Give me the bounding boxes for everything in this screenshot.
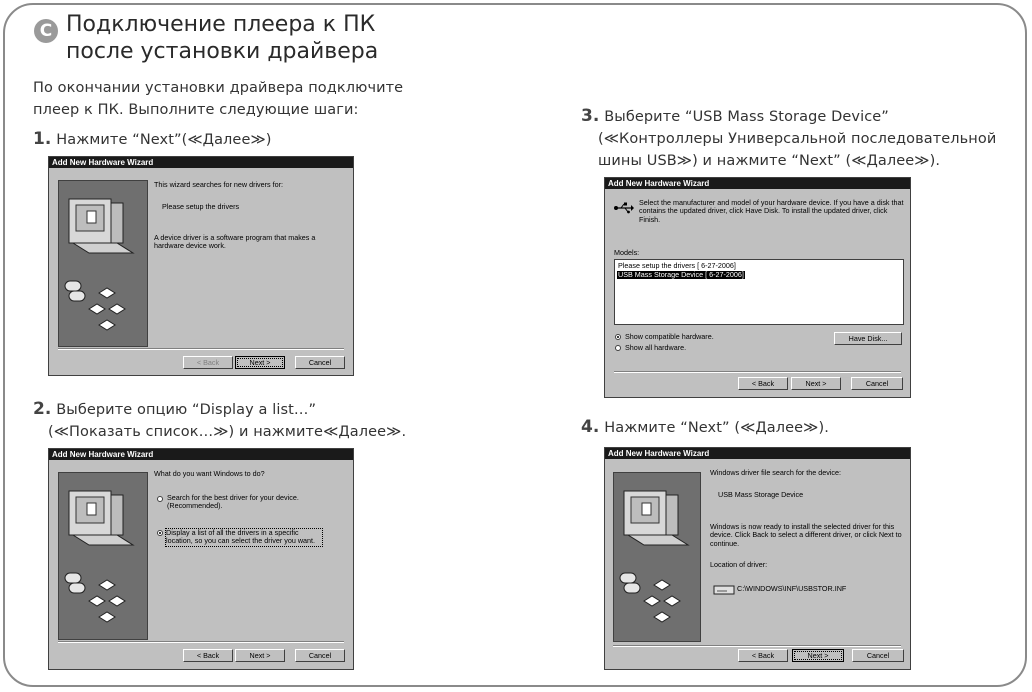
option-search-label: Search for the best driver for your devi… bbox=[167, 493, 299, 511]
ready-message: Windows is now ready to install the sele… bbox=[710, 522, 902, 548]
intro-line-1: По окончании установки драйвера подключи… bbox=[33, 80, 404, 96]
section-c-icon: C bbox=[34, 19, 58, 43]
location-label: Location of driver: bbox=[710, 560, 768, 569]
step-1-number: 1. bbox=[33, 129, 52, 149]
dialog-title: Add New Hardware Wizard bbox=[49, 157, 353, 168]
option-display-list-label: Display a list of all the drivers in a s… bbox=[165, 528, 323, 547]
cancel-button[interactable]: Cancel bbox=[852, 649, 904, 662]
device-name: USB Mass Storage Device bbox=[718, 490, 804, 499]
wizard-dialog-2: Add New Hardware Wizard What do you want… bbox=[48, 448, 354, 670]
title-line-2: после установки драйвера bbox=[66, 39, 379, 64]
wizard-illustration bbox=[58, 472, 148, 640]
radio-compatible[interactable] bbox=[615, 334, 621, 340]
usb-icon bbox=[614, 202, 634, 214]
step-1-text: 1. Нажмите “Next”(≪Далее≫) bbox=[33, 128, 272, 151]
separator bbox=[58, 348, 344, 350]
models-listbox[interactable]: Please setup the drivers [ 6-27-2006] US… bbox=[614, 259, 904, 325]
model-item-1[interactable]: Please setup the drivers [ 6-27-2006] bbox=[617, 262, 737, 270]
separator bbox=[58, 641, 344, 643]
cancel-button[interactable]: Cancel bbox=[295, 356, 345, 369]
step-4-number: 4. bbox=[581, 417, 600, 437]
back-button[interactable]: < Back bbox=[738, 377, 788, 390]
intro-message: This wizard searches for new drivers for… bbox=[154, 180, 284, 189]
radio-all-hardware[interactable] bbox=[615, 345, 621, 351]
dialog-title: Add New Hardware Wizard bbox=[605, 448, 910, 459]
step-3-line-1: Выберите “USB Mass Storage Device” bbox=[604, 109, 889, 125]
question-text: What do you want Windows to do? bbox=[154, 469, 265, 478]
wizard-illustration bbox=[613, 472, 701, 642]
page-title: Подключение плеера к ПК после установки … bbox=[66, 11, 378, 65]
step-1-line-1: Нажмите “Next”(≪Далее≫) bbox=[56, 132, 272, 148]
computer-icon bbox=[64, 490, 135, 623]
back-button[interactable]: < Back bbox=[183, 649, 233, 662]
device-name: Please setup the drivers bbox=[162, 202, 240, 211]
cancel-button[interactable]: Cancel bbox=[851, 377, 903, 390]
next-button[interactable]: Next > bbox=[235, 356, 285, 369]
step-2-number: 2. bbox=[33, 399, 52, 419]
wizard-dialog-4: Add New Hardware Wizard Windows driver f… bbox=[604, 447, 911, 670]
radio-all-label: Show all hardware. bbox=[625, 343, 687, 352]
model-item-2[interactable]: USB Mass Storage Device [ 6-27-2006] bbox=[617, 271, 745, 279]
models-label: Models: bbox=[614, 248, 640, 257]
instruction-text: Select the manufacturer and model of you… bbox=[639, 198, 904, 224]
section-letter: C bbox=[39, 20, 53, 41]
intro-text: По окончании установки драйвера подключи… bbox=[33, 77, 403, 121]
wizard-dialog-1: Add New Hardware Wizard This wizard sear… bbox=[48, 156, 354, 376]
cancel-button[interactable]: Cancel bbox=[295, 649, 345, 662]
step-2-line-1: Выберите опцию “Display a list…” bbox=[56, 402, 317, 418]
step-4-text: 4. Нажмите “Next” (≪Далее≫). bbox=[581, 416, 829, 439]
next-button[interactable]: Next > bbox=[792, 649, 844, 662]
step-3-number: 3. bbox=[581, 106, 600, 126]
have-disk-button[interactable]: Have Disk... bbox=[834, 332, 902, 345]
search-message: Windows driver file search for the devic… bbox=[710, 468, 842, 477]
title-line-1: Подключение плеера к ПК bbox=[66, 12, 376, 37]
separator bbox=[614, 371, 901, 373]
back-button[interactable]: < Back bbox=[183, 356, 233, 369]
step-3-line-3: шины USB≫) и нажмите “Next” (≪Далее≫). bbox=[598, 153, 941, 169]
step-2-line-2: (≪Показать список…≫) и нажмите≪Далее≫. bbox=[48, 424, 407, 440]
step-3-text: 3. Выберите “USB Mass Storage Device” (≪… bbox=[581, 105, 996, 172]
back-button[interactable]: < Back bbox=[738, 649, 788, 662]
wizard-illustration bbox=[58, 180, 148, 347]
dialog-title: Add New Hardware Wizard bbox=[49, 449, 353, 460]
next-button[interactable]: Next > bbox=[235, 649, 285, 662]
step-4-line-1: Нажмите “Next” (≪Далее≫). bbox=[604, 420, 829, 436]
driver-explanation: A device driver is a software program th… bbox=[154, 233, 316, 251]
radio-display-list[interactable] bbox=[157, 530, 163, 536]
step-3-line-2: (≪Контроллеры Универсальной последовател… bbox=[598, 131, 997, 147]
radio-search-best[interactable] bbox=[157, 496, 163, 502]
driver-path: C:\WINDOWS\INF\USBSTOR.INF bbox=[737, 584, 847, 593]
wizard-dialog-3: Add New Hardware Wizard Select the manuf… bbox=[604, 177, 911, 398]
computer-icon bbox=[64, 198, 135, 331]
drive-icon bbox=[713, 585, 735, 595]
radio-compatible-label: Show compatible hardware. bbox=[625, 332, 714, 341]
separator bbox=[613, 645, 901, 647]
next-button[interactable]: Next > bbox=[791, 377, 841, 390]
intro-line-2: плеер к ПК. Выполните следующие шаги: bbox=[33, 102, 359, 118]
step-2-text: 2. Выберите опцию “Display a list…” (≪По… bbox=[33, 398, 406, 443]
computer-icon bbox=[619, 490, 690, 623]
dialog-title: Add New Hardware Wizard bbox=[605, 178, 910, 189]
